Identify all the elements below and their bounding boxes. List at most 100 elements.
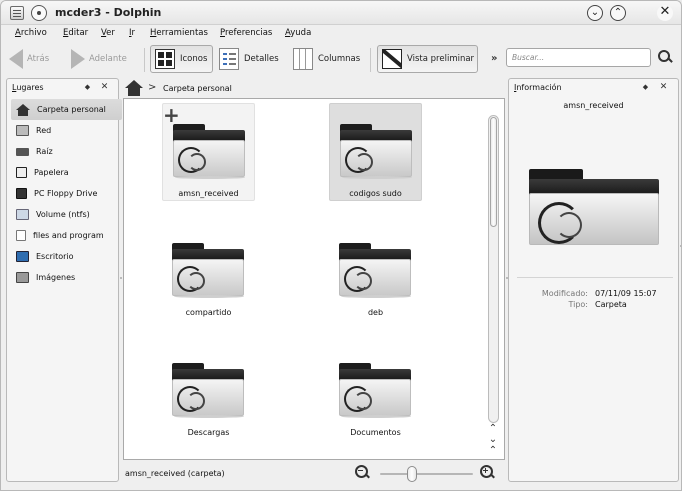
- folder-icon: [339, 243, 411, 298]
- place-label: PC Floppy Drive: [34, 189, 98, 198]
- file-item[interactable]: Documentos: [329, 343, 422, 441]
- info-panel-header: Información ◆ ✕: [509, 79, 678, 97]
- place-carpeta-personal[interactable]: Carpeta personal: [11, 99, 122, 120]
- folder-icon: [172, 243, 244, 298]
- places-panel-header: Lugares ◆ ✕: [7, 79, 118, 97]
- columns-view-button[interactable]: Columnas: [293, 45, 360, 73]
- menu-preferencias[interactable]: Preferencias: [220, 28, 272, 38]
- file-icon-view[interactable]: + amsn_received codigos sudo compartido …: [123, 98, 505, 460]
- forward-label: Adelante: [89, 54, 127, 64]
- file-item[interactable]: compartido: [162, 223, 255, 321]
- back-button[interactable]: Atrás: [9, 45, 49, 73]
- splitter-handle[interactable]: [506, 277, 508, 279]
- columns-view-label: Columnas: [318, 54, 361, 64]
- menu-label: er: [106, 28, 115, 38]
- preview-label: Vista preliminar: [407, 54, 475, 64]
- file-item[interactable]: Descargas: [162, 343, 255, 441]
- app-menu-icon[interactable]: [10, 6, 24, 20]
- zoom-out-icon[interactable]: [355, 465, 369, 479]
- place-label: Papelera: [34, 168, 69, 177]
- file-name: amsn_received: [178, 189, 239, 198]
- forward-button[interactable]: Adelante: [71, 45, 127, 73]
- main-toolbar: Atrás Adelante Iconos Detalles Columnas …: [1, 42, 681, 76]
- file-name: codigos sudo: [349, 189, 402, 198]
- place-label: Raíz: [36, 147, 53, 156]
- places-list: Carpeta personal Red Raíz Papelera PC Fl…: [11, 99, 122, 288]
- volume-icon: [16, 209, 29, 220]
- place-papelera[interactable]: Papelera: [11, 162, 122, 183]
- place-escritorio[interactable]: Escritorio: [11, 246, 122, 267]
- folder-icon: [172, 363, 244, 418]
- place-red[interactable]: Red: [11, 120, 122, 141]
- floppy-icon: [16, 188, 27, 199]
- file-item[interactable]: codigos sudo: [329, 103, 422, 201]
- menu-label: yuda: [290, 28, 312, 38]
- menu-label: referencias: [224, 28, 273, 38]
- desktop-icon: [16, 251, 29, 262]
- file-name: compartido: [185, 308, 232, 317]
- details-view-button[interactable]: Detalles: [219, 45, 279, 73]
- maximize-button[interactable]: ⌃: [610, 5, 626, 21]
- place-imagenes[interactable]: Imágenes: [11, 267, 122, 288]
- place-raiz[interactable]: Raíz: [11, 141, 122, 162]
- title-label: ugares: [16, 83, 44, 92]
- details-view-icon: [219, 48, 239, 70]
- menu-label: ditar: [68, 28, 89, 38]
- zoom-slider-track[interactable]: [380, 473, 473, 475]
- place-volume-ntfs[interactable]: Volume (ntfs): [11, 204, 122, 225]
- toolbar-overflow-button[interactable]: »: [491, 53, 497, 64]
- file-name: Documentos: [350, 428, 401, 437]
- icons-view-button[interactable]: Iconos: [150, 45, 213, 73]
- menu-ayuda[interactable]: Ayuda: [285, 28, 311, 38]
- zoom-in-icon[interactable]: [480, 465, 494, 479]
- search-input[interactable]: Buscar...: [506, 48, 651, 67]
- select-toggle-icon[interactable]: +: [163, 105, 180, 125]
- window-title: mcder3 - Dolphin: [55, 6, 162, 19]
- folder-icon: [173, 124, 245, 179]
- dolphin-window: mcder3 - Dolphin ⌄ ⌃ ✕ Archivo Editar Ve…: [0, 0, 682, 491]
- place-label: Escritorio: [36, 252, 74, 261]
- scrollbar-thumb[interactable]: [490, 117, 497, 227]
- menu-archivo[interactable]: Archivo: [15, 28, 47, 38]
- preview-toggle-button[interactable]: Vista preliminar: [377, 45, 478, 73]
- close-window-button[interactable]: ✕: [657, 5, 673, 21]
- file-item[interactable]: + amsn_received: [162, 103, 255, 201]
- menu-ver[interactable]: Ver: [101, 28, 115, 38]
- menu-bar: Archivo Editar Ver Ir Herramientas Prefe…: [1, 26, 681, 41]
- menu-label: rchivo: [20, 28, 47, 38]
- place-floppy[interactable]: PC Floppy Drive: [11, 183, 122, 204]
- places-pin-button[interactable]: ◆: [82, 82, 93, 93]
- folder-icon: [339, 363, 411, 418]
- meta-type-value: Carpeta: [595, 300, 627, 309]
- title-bar[interactable]: mcder3 - Dolphin ⌄ ⌃ ✕: [1, 1, 681, 25]
- zoom-slider-handle[interactable]: [407, 466, 418, 482]
- information-panel: Información ◆ ✕ amsn_received Modificado…: [508, 78, 679, 482]
- scroll-up-alt-button[interactable]: ⌃: [487, 445, 499, 457]
- forward-arrow-icon: [71, 49, 85, 69]
- main-view: > Carpeta personal + amsn_received codig…: [123, 78, 505, 482]
- vertical-scrollbar[interactable]: ⌃ ⌄ ⌃: [485, 101, 501, 457]
- places-close-button[interactable]: ✕: [99, 82, 110, 93]
- title-label: nformación: [516, 83, 562, 92]
- place-files-and-program[interactable]: files and program: [11, 225, 122, 246]
- menu-herramientas[interactable]: Herramientas: [150, 28, 208, 38]
- on-all-desktops-icon[interactable]: [31, 5, 47, 21]
- file-item[interactable]: deb: [329, 223, 422, 321]
- search-icon[interactable]: [658, 50, 673, 65]
- breadcrumb-current[interactable]: Carpeta personal: [163, 84, 232, 93]
- file-name: deb: [367, 308, 384, 317]
- breadcrumb-home-icon[interactable]: [125, 80, 143, 96]
- toolbar-separator: [144, 48, 145, 72]
- shade-button[interactable]: ⌄: [587, 5, 603, 21]
- status-text: amsn_received (carpeta): [125, 469, 225, 478]
- menu-ir[interactable]: Ir: [129, 28, 135, 38]
- breadcrumb-separator[interactable]: >: [148, 82, 156, 93]
- place-label: Imágenes: [36, 273, 76, 282]
- info-pin-button[interactable]: ◆: [640, 82, 651, 93]
- splitter-handle[interactable]: [120, 277, 122, 279]
- meta-modified-key: Modificado:: [541, 289, 588, 298]
- breadcrumb: > Carpeta personal: [123, 78, 505, 98]
- scrollbar-track[interactable]: [488, 115, 499, 423]
- menu-editar[interactable]: Editar: [63, 28, 88, 38]
- info-close-button[interactable]: ✕: [658, 82, 669, 93]
